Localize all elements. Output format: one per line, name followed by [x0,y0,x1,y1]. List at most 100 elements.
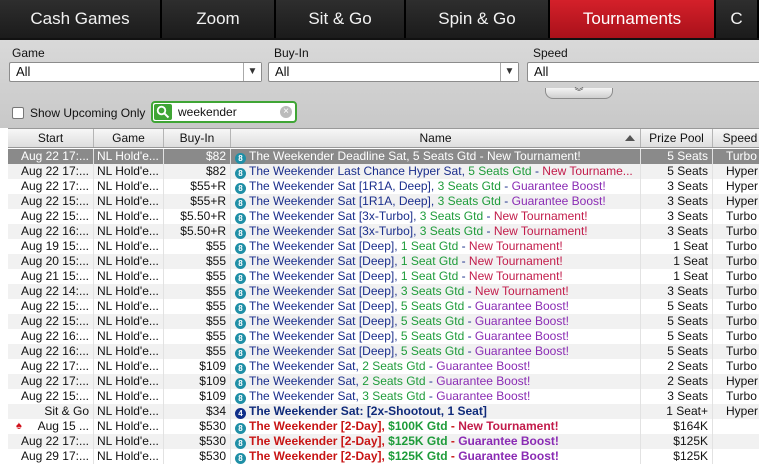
table-row[interactable]: Aug 21 15:... NL Hold'e... $55 8 The Weekend… [8,269,759,284]
row-prize-cell-text: 1 Seat [673,269,708,283]
tournament-name[interactable]: The Weekender Sat [Deep] [249,329,394,343]
row-game-cell: NL Hold'e... [94,179,164,194]
tab-tournaments[interactable]: Tournaments [550,0,716,38]
column-start-label: Start [37,131,64,145]
row-name-cell: 8 The Weekender Deadline Sat, 5 Seats Gtd… [231,149,641,164]
row-buyin-cell: $5.50+R [164,209,231,224]
tab-spin-go[interactable]: Spin & Go [406,0,550,38]
tournament-name[interactable]: The Weekender Sat: [2x-Shootout, 1 Seat] [249,404,487,418]
buyin-filter-select[interactable]: All ▼ [268,62,519,82]
row-buyin-cell: $5.50+R [164,224,231,239]
status-badge: New Tournament! [486,149,581,163]
row-start-cell-text: Aug 22 17:... [20,164,89,178]
tab-cash-games[interactable]: Cash Games [0,0,162,38]
column-header-speed[interactable]: Speed [713,129,759,147]
row-buyin-cell-text: $55+R [190,194,226,208]
tournament-name[interactable]: The Weekender Sat [Deep] [249,299,394,313]
row-start-cell-text: Aug 22 17:... [20,359,89,373]
tournament-name[interactable]: The Weekender Sat [Deep] [249,344,394,358]
table-row[interactable]: Aug 29 17:... NL Hold'e... $530 8 The Weeken… [8,449,759,464]
guarantee-text: $100K Gtd [388,419,448,433]
speed-filter-select[interactable]: All [527,62,759,82]
game-filter-select[interactable]: All ▼ [9,62,262,82]
chevron-down-icon[interactable]: ▼ [243,63,261,81]
tournament-name[interactable]: The Weekender [2-Day] [249,434,382,448]
status-badge: New Tournament! [468,269,563,283]
clear-search-icon[interactable]: × [280,106,292,118]
tab-sit-go[interactable]: Sit & Go [276,0,406,38]
status-badge: Guarantee Boost! [474,314,569,328]
column-header-buyin[interactable]: Buy-In [164,129,231,147]
status-badge: Guarantee Boost! [436,359,531,373]
tournament-name[interactable]: The Weekender Sat [249,374,356,388]
tournament-name[interactable]: The Weekender Sat [3x-Turbo] [249,224,413,238]
table-row[interactable]: Aug 22 17:... NL Hold'e... $109 8 The Weeken… [8,359,759,374]
row-prize-cell: 3 Seats [641,179,713,194]
table-row[interactable]: Aug 20 15:... NL Hold'e... $55 8 The Weekend… [8,254,759,269]
tournament-name[interactable]: The Weekender Sat [1R1A, Deep] [249,194,431,208]
column-header-name[interactable]: Name [231,129,641,147]
row-name-cell: 8 The Weekender Last Chance Hyper Sat, 5 … [231,164,641,179]
table-row[interactable]: Aug 22 17:... NL Hold'e... $109 8 The Weeken… [8,374,759,389]
guarantee-text: 3 Seats Gtd [362,389,426,403]
row-start-cell: Aug 22 17:... [8,359,94,374]
table-row[interactable]: Aug 22 16:... NL Hold'e... $55 8 The Weekend… [8,329,759,344]
table-row[interactable]: Sit & Go NL Hold'e... $34 4 The Weekender Sa… [8,404,759,419]
table-row[interactable]: Aug 22 17:... NL Hold'e... $82 8 The Weekend… [8,149,759,164]
table-row[interactable]: Aug 22 16:... NL Hold'e... $55 8 The Weekend… [8,344,759,359]
tab-c[interactable]: C [716,0,759,38]
row-prize-cell-text: $125K [673,449,708,463]
chevron-down-icon[interactable]: ▼ [500,63,518,81]
row-speed-cell-text: Hyper [726,179,759,193]
row-prize-cell-text: 1 Seat [673,254,708,268]
table-row[interactable]: Aug 22 15:... NL Hold'e... $55 8 The Weekend… [8,314,759,329]
table-row[interactable]: Aug 22 16:... NL Hold'e... $5.50+R 8 The Wee… [8,224,759,239]
tournament-name[interactable]: The Weekender [2-Day] [249,419,382,433]
table-row[interactable]: Aug 22 15:... NL Hold'e... $55+R 8 The Weeke… [8,194,759,209]
search-box[interactable]: weekender × [151,101,297,123]
column-header-game[interactable]: Game [94,129,164,147]
tournament-name[interactable]: The Weekender Sat [Deep] [249,314,394,328]
table-row[interactable]: Aug 22 17:... NL Hold'e... $82 8 The Weekend… [8,164,759,179]
lobby-tabs: Cash Games Zoom Sit & Go Spin & Go Tournamen… [0,0,759,38]
table-row[interactable]: Aug 22 15:... NL Hold'e... $5.50+R 8 The Wee… [8,209,759,224]
show-upcoming-checkbox[interactable] [12,107,24,119]
row-buyin-cell-text: $82 [205,164,226,178]
table-row[interactable]: Aug 22 15:... NL Hold'e... $55 8 The Weekend… [8,299,759,314]
column-header-prize[interactable]: Prize Pool [641,129,713,147]
table-row[interactable]: Aug 22 17:... NL Hold'e... $530 8 The Weeken… [8,434,759,449]
tournament-name[interactable]: The Weekender [2-Day] [249,449,382,463]
row-game-cell-text: NL Hold'e... [97,209,159,223]
players-count-icon: 8 [235,393,246,404]
row-name-cell: 8 The Weekender Sat [1R1A, Deep], 3 Seats… [231,179,641,194]
players-count-icon: 8 [235,153,246,164]
tournament-name[interactable]: The Weekender Sat [249,389,356,403]
row-buyin-cell-text: $530 [199,449,226,463]
row-start-cell: Sit & Go [8,404,94,419]
tournament-name[interactable]: The Weekender Last Chance Hyper Sat [249,164,462,178]
tournament-name[interactable]: The Weekender Sat [3x-Turbo] [249,209,413,223]
row-name-cell: 8 The Weekender [2-Day], $125K Gtd - Guar… [231,449,641,464]
column-header-start[interactable]: Start [8,129,94,147]
tournament-name[interactable]: The Weekender Sat [Deep] [249,269,394,283]
table-row[interactable]: Aug 15 ... ♠ NL Hold'e... $530 8 The Weekende… [8,419,759,434]
tournament-name[interactable]: The Weekender Sat [Deep] [249,239,394,253]
table-row[interactable]: Aug 19 15:... NL Hold'e... $55 8 The Weekend… [8,239,759,254]
tab-zoom[interactable]: Zoom [162,0,276,38]
table-row[interactable]: Aug 22 17:... NL Hold'e... $55+R 8 The Weeke… [8,179,759,194]
row-start-cell-text: Aug 19 15:... [20,239,89,253]
row-game-cell-text: NL Hold'e... [97,179,159,193]
show-upcoming-toggle[interactable]: Show Upcoming Only [12,106,145,120]
tournament-name[interactable]: The Weekender Sat [1R1A, Deep] [249,179,431,193]
expand-filters-button[interactable]: ︾ [545,88,613,99]
tournament-name[interactable]: The Weekender Sat [249,359,356,373]
tournament-name[interactable]: The Weekender Sat [Deep] [249,284,394,298]
tournament-name[interactable]: The Weekender Sat [Deep] [249,254,394,268]
search-input[interactable]: weekender [178,105,237,119]
row-prize-cell-text: 2 Seats [667,374,708,388]
table-row[interactable]: Aug 22 15:... NL Hold'e... $109 8 The Weeken… [8,389,759,404]
tournament-name[interactable]: The Weekender Deadline Sat [249,149,406,163]
guarantee-text: 5 Seats Gtd [412,149,477,163]
table-row[interactable]: Aug 22 14:... NL Hold'e... $55 8 The Weekend… [8,284,759,299]
row-speed-cell-text: Turbo [726,209,757,223]
